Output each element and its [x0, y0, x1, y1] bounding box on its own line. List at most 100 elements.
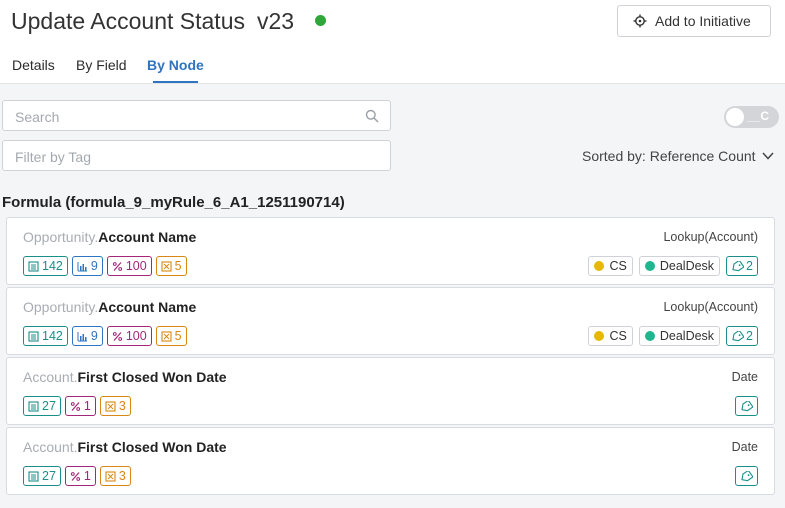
field-type: Date — [731, 440, 758, 454]
badge-count: 5 — [174, 329, 182, 343]
tab-by-field[interactable]: By Field — [76, 57, 127, 73]
badge-count: 3 — [118, 469, 126, 483]
field-name: First Closed Won Date — [77, 369, 227, 385]
toggle-label: __C — [747, 109, 770, 123]
node-name: Opportunity.Account Name — [23, 229, 197, 245]
field-name: Account Name — [98, 229, 197, 245]
toggle-knob — [726, 108, 744, 126]
sort-dropdown[interactable]: Sorted by: Reference Count — [582, 148, 774, 164]
tag-count: 2 — [746, 259, 753, 273]
reference-count-badge[interactable]: 9 — [71, 256, 103, 276]
add-button-label: Add to Initiative — [655, 13, 751, 29]
target-icon — [633, 14, 647, 28]
node-card[interactable]: Opportunity.Account Name Lookup(Account) 1… — [6, 287, 775, 355]
automation-icon — [161, 260, 172, 272]
reference-badges: 27 1 3 — [23, 396, 131, 416]
view-toggle[interactable]: __C — [724, 106, 779, 128]
reference-badges: 27 1 3 — [23, 466, 131, 486]
tag-icon — [740, 470, 753, 482]
add-tag-button[interactable] — [735, 466, 758, 486]
tag-chip[interactable]: DealDesk — [638, 326, 721, 346]
tag-color-dot — [594, 331, 605, 341]
tag-list — [735, 396, 758, 416]
reference-count-badge[interactable]: 3 — [99, 396, 131, 416]
reference-count-badge[interactable]: 5 — [155, 326, 187, 346]
page-title-text: Update Account Status — [11, 8, 245, 34]
tag-filter-placeholder: Filter by Tag — [15, 149, 91, 165]
badge-count: 5 — [174, 259, 182, 273]
search-input[interactable]: Search — [2, 100, 391, 131]
formula-icon — [70, 401, 81, 412]
badge-count: 142 — [42, 329, 63, 343]
tag-count: 2 — [746, 329, 753, 343]
node-card[interactable]: Opportunity.Account Name Lookup(Account) 1… — [6, 217, 775, 285]
reference-count-badge[interactable]: 100 — [106, 256, 152, 276]
badge-count: 142 — [42, 259, 63, 273]
node-card[interactable]: Account.First Closed Won Date Date 27 1 3 — [6, 357, 775, 425]
tag-color-dot — [644, 261, 655, 271]
page-layout-icon — [28, 330, 39, 342]
reference-count-badge[interactable]: 27 — [23, 396, 61, 416]
active-tab-indicator — [153, 81, 198, 83]
object-name: Opportunity — [23, 229, 95, 245]
tag-label: CS — [609, 329, 627, 343]
add-to-initiative-button[interactable]: Add to Initiative — [617, 5, 771, 37]
field-type: Lookup(Account) — [663, 300, 758, 314]
status-indicator — [315, 15, 326, 26]
page-layout-icon — [28, 470, 39, 482]
chevron-down-icon — [761, 152, 774, 160]
badge-count: 3 — [118, 399, 126, 413]
sort-label: Sorted by: Reference Count — [582, 148, 756, 164]
page-layout-icon — [28, 260, 39, 272]
formula-icon — [112, 261, 123, 272]
automation-icon — [105, 400, 116, 412]
tag-chip[interactable]: CS — [588, 256, 633, 276]
reference-count-badge[interactable]: 27 — [23, 466, 61, 486]
object-name: Opportunity — [23, 299, 95, 315]
tab-by-node[interactable]: By Node — [147, 57, 204, 73]
version-label: v23 — [257, 8, 295, 34]
reference-count-badge[interactable]: 3 — [99, 466, 131, 486]
add-tag-button[interactable]: 2 — [726, 326, 758, 346]
tag-label: CS — [609, 259, 627, 273]
field-type: Lookup(Account) — [663, 230, 758, 244]
reference-badges: 142 9 100 5 — [23, 326, 187, 346]
report-icon — [77, 331, 88, 342]
tag-label: DealDesk — [659, 329, 715, 343]
reference-count-badge[interactable]: 1 — [64, 466, 96, 486]
reference-count-badge[interactable]: 100 — [106, 326, 152, 346]
badge-count: 100 — [125, 259, 147, 273]
tag-icon — [731, 330, 745, 342]
add-tag-button[interactable]: 2 — [726, 256, 758, 276]
badge-count: 1 — [83, 399, 91, 413]
automation-icon — [161, 330, 172, 342]
reference-count-badge[interactable]: 1 — [64, 396, 96, 416]
tag-list — [735, 466, 758, 486]
tag-chip[interactable]: DealDesk — [638, 256, 721, 276]
object-name: Account — [23, 439, 74, 455]
report-icon — [77, 261, 88, 272]
tab-details[interactable]: Details — [12, 57, 55, 73]
tag-chip[interactable]: CS — [588, 326, 633, 346]
badge-count: 100 — [125, 329, 147, 343]
add-tag-button[interactable] — [735, 396, 758, 416]
badge-count: 1 — [83, 469, 91, 483]
reference-count-badge[interactable]: 9 — [71, 326, 103, 346]
badge-count: 27 — [42, 469, 56, 483]
badge-count: 9 — [90, 259, 98, 273]
tag-list: CS DealDesk 2 — [588, 326, 758, 346]
node-name: Opportunity.Account Name — [23, 299, 197, 315]
tag-icon — [731, 260, 745, 272]
tag-color-dot — [594, 261, 605, 271]
reference-count-badge[interactable]: 142 — [23, 326, 68, 346]
field-type: Date — [731, 370, 758, 384]
node-name: Account.First Closed Won Date — [23, 439, 227, 455]
tag-filter-input[interactable]: Filter by Tag — [2, 140, 391, 171]
node-name: Account.First Closed Won Date — [23, 369, 227, 385]
badge-count: 9 — [90, 329, 98, 343]
node-card[interactable]: Account.First Closed Won Date Date 27 1 3 — [6, 427, 775, 495]
field-name: Account Name — [98, 299, 197, 315]
reference-count-badge[interactable]: 142 — [23, 256, 68, 276]
formula-icon — [70, 471, 81, 482]
reference-count-badge[interactable]: 5 — [155, 256, 187, 276]
